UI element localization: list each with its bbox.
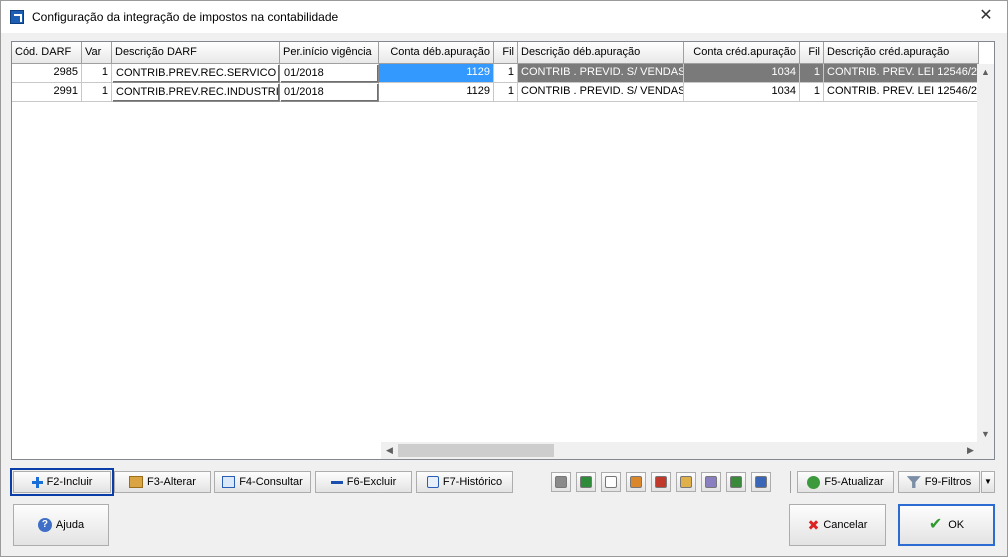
hand-icon — [680, 476, 692, 488]
table-cell: CONTRIB.PREV.REC.SERVICO — [112, 64, 280, 83]
filters-button[interactable]: F9-Filtros — [898, 471, 980, 493]
grid-header: Cód. DARF Var Descrição DARF Per.início vig… — [12, 42, 979, 64]
ok-label: OK — [948, 519, 965, 531]
table-cell: CONTRIB. PREV. LEI 12546/20 — [824, 64, 979, 83]
column-header[interactable]: Descrição DARF — [112, 42, 280, 64]
history-label: F7-Histórico — [442, 476, 503, 488]
grid-body: 2985 1 CONTRIB.PREV.REC.SERVICO 01/2018 1129… — [12, 64, 979, 102]
table-cell: 2991 — [12, 83, 82, 102]
table-cell: 1 — [800, 64, 824, 83]
check-icon: ✔ — [928, 516, 943, 534]
download-icon — [730, 476, 742, 488]
chart-icon — [655, 476, 667, 488]
refresh-icon — [807, 475, 821, 489]
settings-tool-button[interactable] — [701, 472, 721, 492]
delete-label: F6-Excluir — [346, 476, 397, 488]
dialog-window: Configuração da integração de impostos n… — [0, 0, 1008, 557]
table-cell: CONTRIB. PREV. LEI 12546/20 — [824, 83, 979, 102]
table-cell: 1034 — [684, 64, 800, 83]
hand-tool-button[interactable] — [676, 472, 696, 492]
minus-icon — [330, 480, 343, 484]
plus-icon — [31, 476, 43, 488]
table-cell: 1 — [82, 83, 112, 102]
filters-label: F9-Filtros — [924, 476, 972, 488]
column-header[interactable]: Descrição déb.apuração — [518, 42, 684, 64]
edit-label: F3-Alterar — [147, 476, 196, 488]
column-header[interactable]: Fil — [800, 42, 824, 64]
history-icon — [426, 476, 439, 489]
checklist-tool-button[interactable] — [751, 472, 771, 492]
window-title: Configuração da integração de impostos n… — [32, 10, 339, 24]
table-cell: CONTRIB . PREVID. S/ VENDAS — [518, 64, 684, 83]
image-icon — [630, 476, 642, 488]
scroll-corner — [977, 442, 994, 459]
vertical-scrollbar[interactable]: ▲ ▼ — [977, 64, 994, 443]
edit-icon — [129, 476, 144, 489]
table-cell: 1 — [494, 64, 518, 83]
column-header[interactable]: Cód. DARF — [12, 42, 82, 64]
taxes-grid: Cód. DARF Var Descrição DARF Per.início vig… — [11, 41, 995, 460]
table-row[interactable]: 2991 1 CONTRIB.PREV.REC.INDUSTRIA 01/2018 11… — [12, 83, 979, 102]
column-header[interactable]: Conta déb.apuração — [379, 42, 494, 64]
close-button[interactable]: ✕ — [973, 5, 999, 27]
table-cell: CONTRIB.PREV.REC.INDUSTRIA — [112, 83, 280, 102]
title-bar: Configuração da integração de impostos n… — [1, 1, 1007, 33]
include-button[interactable]: F2-Incluir — [10, 468, 114, 496]
document-tool-button[interactable] — [601, 472, 621, 492]
history-button[interactable]: F7-Histórico — [416, 471, 513, 493]
table-cell: 01/2018 — [280, 64, 379, 83]
scroll-down-icon[interactable]: ▼ — [977, 426, 994, 443]
help-label: Ajuda — [55, 519, 85, 531]
include-label: F2-Incluir — [46, 476, 93, 488]
consult-button[interactable]: F4-Consultar — [214, 471, 311, 493]
view-tool-button[interactable] — [551, 472, 571, 492]
settings-icon — [705, 476, 717, 488]
filter-icon — [906, 476, 921, 489]
refresh-button[interactable]: F5-Atualizar — [797, 471, 894, 493]
ok-button[interactable]: ✔ OK — [898, 504, 995, 546]
column-header[interactable]: Fil — [494, 42, 518, 64]
toolbar-separator — [790, 471, 791, 493]
cancel-button[interactable]: ✖ Cancelar — [789, 504, 886, 546]
table-cell: 1 — [800, 83, 824, 102]
column-header[interactable]: Var — [82, 42, 112, 64]
cancel-label: Cancelar — [823, 519, 868, 531]
horizontal-scroll-thumb[interactable] — [398, 444, 554, 457]
table-cell: CONTRIB . PREVID. S/ VENDAS — [518, 83, 684, 102]
search-icon — [222, 476, 236, 489]
help-button[interactable]: ? Ajuda — [13, 504, 109, 546]
column-header[interactable]: Descrição créd.apuração — [824, 42, 979, 64]
document-icon — [605, 476, 617, 488]
refresh-label: F5-Atualizar — [824, 476, 884, 488]
excel-icon — [580, 476, 592, 488]
table-cell: 2985 — [12, 64, 82, 83]
table-cell: 1129 — [379, 83, 494, 102]
table-cell: 1 — [494, 83, 518, 102]
image-tool-button[interactable] — [626, 472, 646, 492]
consult-label: F4-Consultar — [239, 476, 303, 488]
chart-tool-button[interactable] — [651, 472, 671, 492]
table-cell: 1 — [82, 64, 112, 83]
excel-tool-button[interactable] — [576, 472, 596, 492]
column-header[interactable]: Conta créd.apuração — [684, 42, 800, 64]
edit-button[interactable]: F3-Alterar — [114, 471, 211, 493]
app-icon — [10, 10, 24, 24]
table-row[interactable]: 2985 1 CONTRIB.PREV.REC.SERVICO 01/2018 1129… — [12, 64, 979, 83]
delete-button[interactable]: F6-Excluir — [315, 471, 412, 493]
view-icon — [555, 476, 567, 488]
table-cell: 1034 — [684, 83, 800, 102]
checklist-icon — [755, 476, 767, 488]
table-cell: 1129 — [379, 64, 494, 83]
horizontal-scrollbar[interactable]: ◀ ▶ — [381, 442, 979, 459]
scroll-left-icon[interactable]: ◀ — [381, 442, 398, 459]
column-header[interactable]: Per.início vigência — [280, 42, 379, 64]
scroll-up-icon[interactable]: ▲ — [977, 64, 994, 81]
filters-dropdown-icon[interactable]: ▼ — [981, 471, 995, 493]
help-icon: ? — [37, 518, 52, 533]
download-tool-button[interactable] — [726, 472, 746, 492]
cancel-icon: ✖ — [807, 517, 820, 534]
table-cell: 01/2018 — [280, 83, 379, 102]
